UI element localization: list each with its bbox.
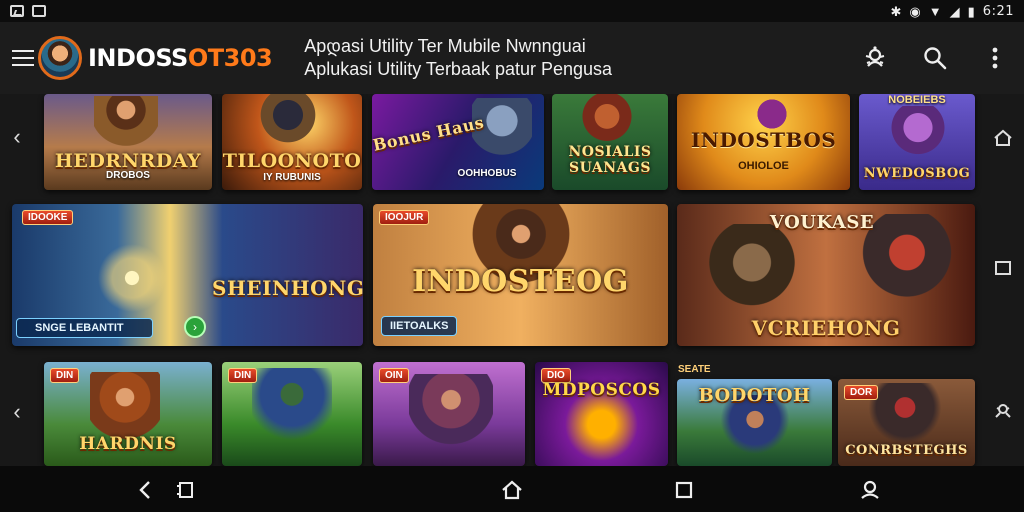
game-title: CONRBSTEGHS (845, 443, 968, 458)
more-vert-icon[interactable] (980, 43, 1010, 73)
game-card[interactable]: DIO MDPOSCOS (535, 362, 668, 466)
card-badge: OIN (379, 368, 409, 383)
status-right: ✱ ◉ ▼ ◢ ▮ 6:21 (891, 4, 1014, 19)
game-title: TILOONOTO (222, 150, 362, 172)
nfc-icon: ◉ (909, 3, 921, 19)
game-card[interactable]: DIN HARDNIS (44, 362, 212, 466)
hero-art (258, 94, 318, 154)
sun-glow (92, 238, 172, 318)
clock-time: 6:21 (982, 3, 1014, 19)
chevron-left-icon[interactable]: ‹ (8, 399, 26, 424)
play-pill[interactable]: IIETOALKS (381, 316, 458, 336)
hero-art (883, 106, 953, 160)
game-card[interactable]: HEDRNRDAY DROBOS (44, 94, 212, 190)
accessibility-icon[interactable] (992, 400, 1014, 422)
hero-art (409, 374, 493, 466)
card-badge: SEATE (678, 364, 711, 375)
game-card[interactable]: TILOONOTO IY RUBUNIS (222, 94, 362, 190)
image-icon (10, 5, 24, 17)
game-title: HEDRNRDAY (54, 150, 202, 172)
game-title: VOUKASE (769, 212, 875, 233)
app-title: Apდasi Utility Ter Mubile Nwnnguai Apluk… (304, 36, 612, 80)
game-title: SHEINHONG (212, 276, 363, 300)
game-title: NOSIALIS SUANAGS (568, 144, 652, 176)
game-title: INDOSTBOS (690, 128, 837, 152)
screen-record-icon (32, 5, 46, 17)
status-bar: ✱ ◉ ▼ ◢ ▮ 6:21 (0, 0, 1024, 22)
chevron-left-icon[interactable]: ‹ (8, 124, 26, 149)
game-subtitle: VCRIEHONG (751, 316, 901, 340)
game-card[interactable]: OIN (373, 362, 525, 466)
appbar-actions (860, 22, 1010, 94)
home-icon[interactable] (500, 478, 524, 502)
game-title: MDPOSCOS (542, 380, 661, 400)
app-bar: INDOSSOT303 Apდasi Utility Ter Mubile Nw… (0, 22, 1024, 94)
game-card[interactable]: BODOTOH (677, 379, 832, 466)
game-subtitle: DROBOS (106, 170, 150, 181)
game-title: HARDNIS (79, 434, 177, 454)
game-subtitle: IY RUBUNIS (263, 172, 321, 183)
app-screen: ✱ ◉ ▼ ◢ ▮ 6:21 INDOSSOT303 Apდasi Utilit… (0, 0, 1024, 512)
card-badge: DIN (50, 368, 80, 383)
hero-art (472, 98, 532, 174)
play-pill[interactable]: SNGE LEBANTIT (16, 318, 153, 338)
game-card[interactable]: NOBEIEBS NWEDOSBOG (859, 94, 975, 190)
game-card-wide[interactable]: IOOJUR INDOSTEOG IIETOALKS (373, 204, 668, 346)
game-card[interactable]: DIN (222, 362, 362, 466)
back-icon[interactable] (134, 478, 158, 502)
hero-art (252, 368, 332, 462)
title-line-2: Aplukasi Utility Terbaak patur Pengusa (304, 59, 613, 79)
game-subtitle: OOHHOBUS (457, 168, 517, 179)
title-line-1: Apდasi Utility Ter Mubile Nwnnguai (304, 36, 586, 56)
bluetooth-icon: ✱ (890, 3, 902, 19)
hero-art (572, 94, 642, 150)
assistant-icon[interactable] (858, 478, 882, 502)
game-subtitle: NOBEIEBS (888, 94, 946, 106)
home-icon[interactable] (992, 127, 1014, 149)
card-badge: DOR (844, 385, 879, 400)
right-rail (984, 94, 1024, 466)
game-card-wide[interactable]: IDOOKE SHEINHONG SNGE LEBANTIT › (12, 204, 363, 346)
logo-avatar (38, 36, 82, 80)
card-badge: IOOJUR (379, 210, 430, 225)
recents-icon[interactable] (672, 478, 696, 502)
wifi-icon: ▼ (928, 3, 942, 19)
battery-icon: ▮ (967, 3, 975, 19)
game-card-wide[interactable]: VOUKASE VCRIEHONG (677, 204, 975, 346)
signal-icon: ◢ (949, 3, 960, 19)
game-subtitle: OHIOLOE (738, 160, 789, 172)
bug-icon[interactable] (860, 43, 890, 73)
system-nav-bar (0, 466, 1024, 512)
card-badge: IDOOKE (22, 210, 74, 225)
game-card[interactable]: INDOSTBOS OHIOLOE (677, 94, 850, 190)
status-left (10, 5, 46, 17)
menu-icon[interactable] (12, 50, 34, 66)
search-icon[interactable] (920, 43, 950, 73)
play-arrow-icon[interactable]: › (184, 316, 206, 338)
game-card[interactable]: Bonus Haus OOHHOBUS (372, 94, 544, 190)
game-title: INDOSTEOG (412, 264, 629, 299)
game-title: NWEDOSBOG (863, 166, 971, 181)
screenshot-icon[interactable] (174, 478, 198, 502)
brand-logo: INDOSSOT303 (88, 44, 273, 72)
card-badge: DIN (228, 368, 258, 383)
game-grid: ‹ ‹ ‹ HEDRNRDAY DROBOS TILOONOTO (0, 94, 1024, 466)
game-card[interactable]: DOR CONRBSTEGHS (838, 379, 975, 466)
game-card[interactable]: NOSIALIS SUANAGS (552, 94, 668, 190)
recents-icon[interactable] (992, 257, 1014, 279)
game-title: BODOTOH (698, 385, 811, 406)
